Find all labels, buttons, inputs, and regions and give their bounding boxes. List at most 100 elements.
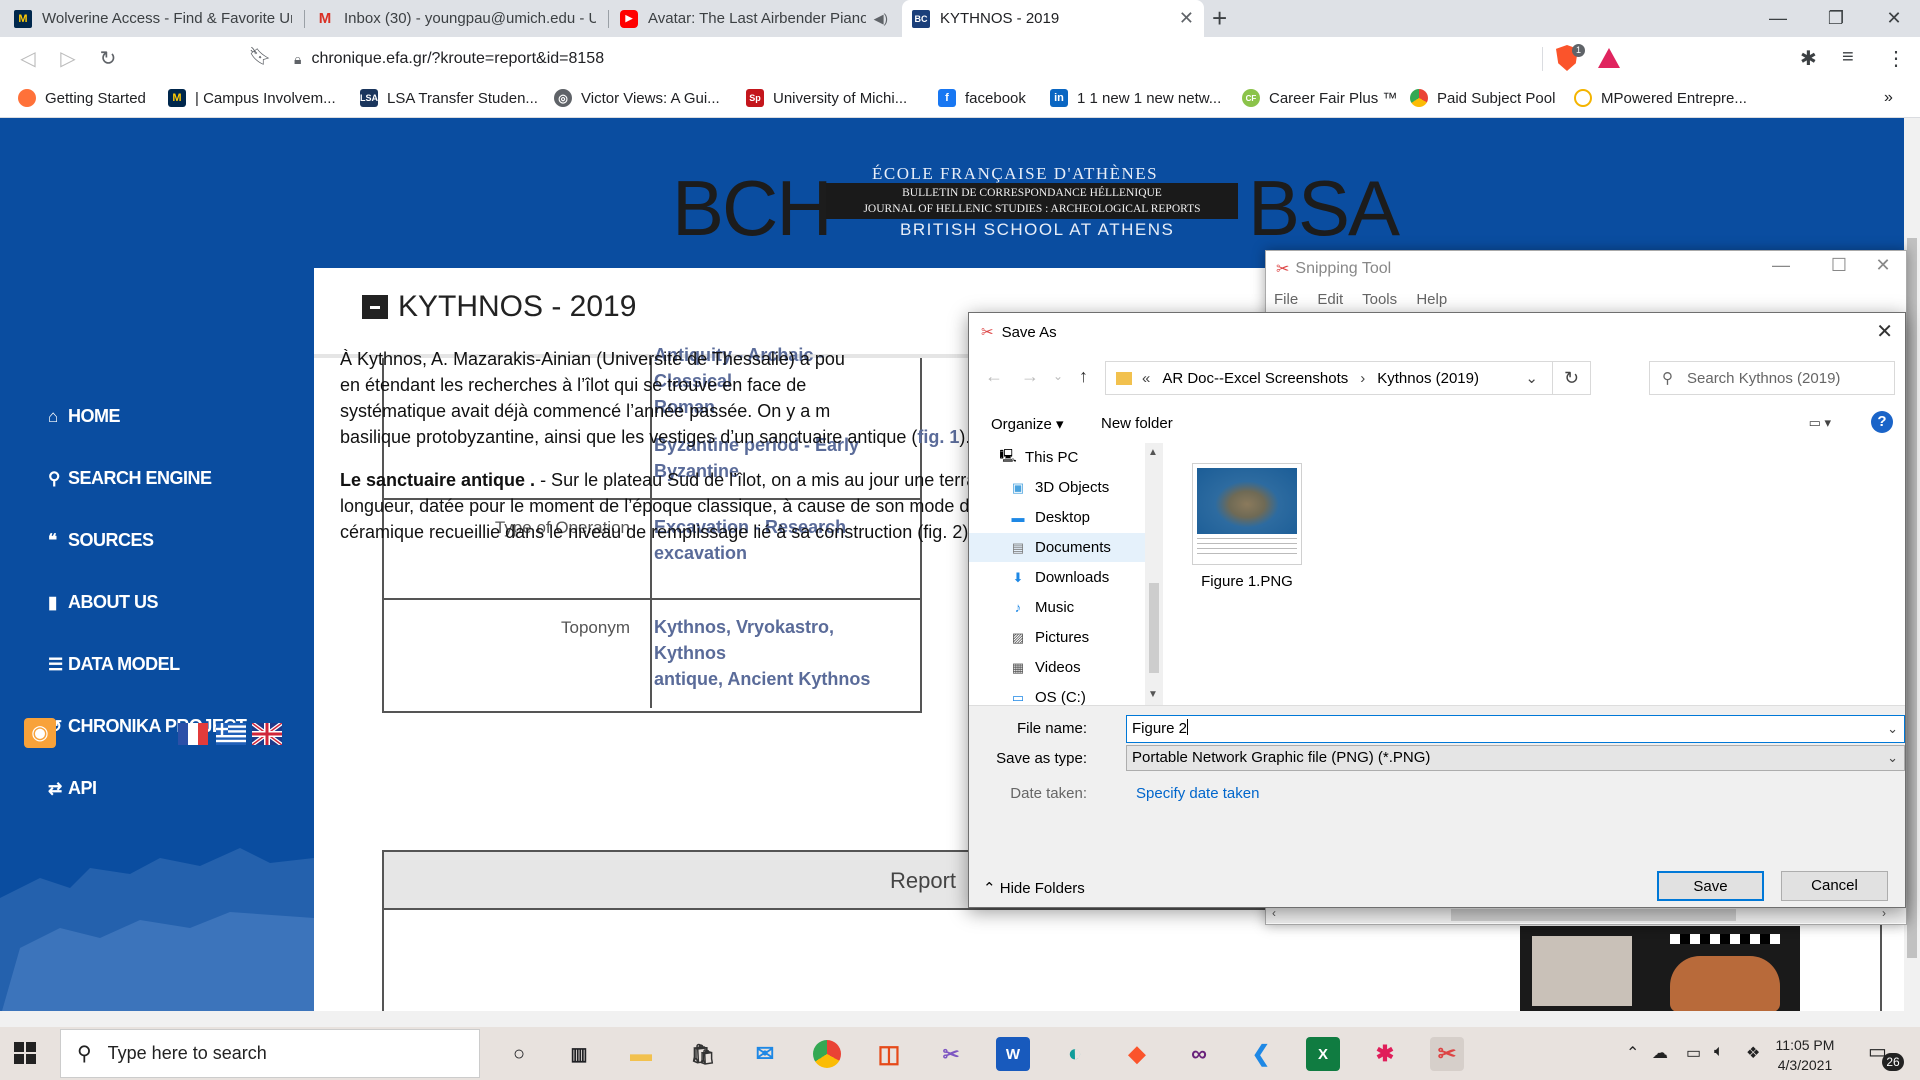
bookmark-paid-subject-pool[interactable]: Paid Subject Pool [1410, 89, 1555, 107]
close-window-button[interactable]: ✕ [1864, 0, 1920, 37]
visual-studio-icon[interactable]: ∞ [1182, 1037, 1216, 1071]
tree-item-3d-objects[interactable]: ▣ 3D Objects [969, 473, 1147, 502]
back-arrow-icon[interactable]: ← [985, 366, 1003, 387]
chevron-down-icon[interactable]: ⌄ [1887, 716, 1898, 742]
nav-about-us[interactable]: ▮ ABOUT US [48, 592, 159, 613]
address-bar[interactable]: 🔒︎ chronique.efa.gr/?kroute=report&id=81… [294, 44, 1544, 74]
nav-data-model[interactable]: ☰ DATA MODEL [48, 654, 180, 675]
slack-icon[interactable]: ✱ [1368, 1037, 1402, 1071]
reload-button[interactable]: ↻ [94, 46, 122, 71]
recent-locations-icon[interactable]: ⌄ [1053, 369, 1063, 383]
close-tab-icon[interactable]: ✕ [1179, 8, 1194, 29]
navigation-scrollbar[interactable]: ▲ ▼ [1145, 443, 1163, 705]
menu-icon[interactable]: ⋮ [1886, 46, 1906, 71]
taskbar-search-input[interactable]: ⚲ Type here to search [60, 1029, 480, 1078]
fig-1-link[interactable]: fig. 1 [917, 427, 959, 447]
scrollbar-thumb[interactable] [1451, 909, 1736, 921]
menu-help[interactable]: Help [1416, 291, 1447, 308]
bookmark-victor-views[interactable]: ◎ Victor Views: A Gui... [554, 89, 720, 107]
scroll-right-icon[interactable]: › [1882, 906, 1886, 920]
help-icon[interactable]: ? [1871, 411, 1893, 433]
menu-edit[interactable]: Edit [1317, 291, 1343, 308]
menu-file[interactable]: File [1274, 291, 1298, 308]
dialog-close-button[interactable]: ✕ [1876, 319, 1893, 344]
microsoft-store-icon[interactable]: 🛍︎ [686, 1037, 720, 1071]
scrollbar-thumb[interactable] [1149, 583, 1159, 673]
restore-window-button[interactable]: ❐ [1806, 0, 1866, 37]
chrome-icon[interactable] [810, 1037, 844, 1071]
tree-item-os-c[interactable]: ▭ OS (C:) [969, 683, 1147, 705]
specify-date-link[interactable]: Specify date taken [1136, 785, 1259, 802]
more-bookmarks-icon[interactable]: » [1884, 89, 1893, 107]
search-input[interactable]: ⚲ Search Kythnos (2019) [1649, 361, 1895, 395]
brave-rewards-icon[interactable] [1598, 48, 1620, 68]
brave-icon[interactable]: ◆ [1120, 1037, 1154, 1071]
file-name-input[interactable]: Figure 2 ⌄ [1126, 715, 1905, 743]
bookmark-page-icon[interactable]: 🔖︎ [246, 46, 274, 67]
browser-tab-gmail[interactable]: M Inbox (30) - youngpau@umich.edu - U [306, 0, 606, 37]
new-tab-button[interactable]: + [1212, 4, 1227, 32]
bookmark-campus-involvement[interactable]: M | Campus Involvem... [168, 89, 336, 107]
volume-icon[interactable]: 🔈︎ [1714, 1043, 1724, 1061]
breadcrumb[interactable]: « AR Doc--Excel Screenshots › Kythnos (2… [1105, 361, 1591, 395]
nav-home[interactable]: ⌂ HOME [48, 406, 121, 427]
tree-item-music[interactable]: ♪ Music [969, 593, 1147, 622]
show-hidden-icons[interactable]: ⌃ [1626, 1043, 1639, 1063]
scroll-up-icon[interactable]: ▲ [1148, 447, 1158, 458]
save-as-type-select[interactable]: Portable Network Graphic file (PNG) (*.P… [1126, 745, 1905, 771]
organize-button[interactable]: Organize ▾ [991, 415, 1064, 433]
bookmark-mpowered[interactable]: MPowered Entrepre... [1574, 89, 1747, 107]
nav-api[interactable]: ⇄ API [48, 778, 97, 799]
browser-tab-kythnos[interactable]: BC KYTHNOS - 2019 ✕ [902, 0, 1204, 37]
mail-icon[interactable]: ✉ [748, 1037, 782, 1071]
chevron-down-icon[interactable]: ⌄ [1525, 369, 1538, 387]
scrollbar-thumb[interactable] [1907, 238, 1917, 958]
menu-tools[interactable]: Tools [1362, 291, 1397, 308]
french-flag-icon[interactable] [178, 723, 208, 745]
path-overflow[interactable]: « [1142, 370, 1150, 387]
chevron-right-icon[interactable]: › [1360, 370, 1365, 387]
browser-tab-youtube[interactable]: ▶ Avatar: The Last Airbender Piano M ◀) [610, 0, 900, 37]
tree-item-videos[interactable]: ▦ Videos [969, 653, 1147, 682]
scroll-down-icon[interactable]: ▼ [1148, 689, 1158, 700]
pottery-figure-thumbnail[interactable] [1520, 926, 1800, 1011]
cancel-button[interactable]: Cancel [1781, 871, 1888, 901]
greek-flag-icon[interactable] [216, 723, 246, 745]
minimize-window-button[interactable]: — [1748, 0, 1808, 37]
speaker-icon[interactable]: ◀) [874, 11, 888, 27]
word-icon[interactable]: W [996, 1037, 1030, 1071]
tree-item-pictures[interactable]: ▨ Pictures [969, 623, 1147, 652]
nav-sources[interactable]: ❝ SOURCES [48, 530, 154, 551]
scroll-left-icon[interactable]: ‹ [1272, 906, 1276, 920]
taskbar-clock[interactable]: 11:05 PM 4/3/2021 [1760, 1035, 1850, 1075]
extensions-icon[interactable]: ✱ [1800, 46, 1817, 71]
snip-minimize-button[interactable]: — [1758, 255, 1804, 276]
hide-folders-button[interactable]: ⌃ Hide Folders [983, 879, 1085, 897]
rss-icon[interactable]: ◉ [24, 718, 56, 748]
toponym-value[interactable]: Kythnos, Vryokastro, Kythnos antique, An… [654, 614, 899, 692]
up-arrow-icon[interactable]: ↑ [1079, 366, 1088, 387]
browser-tab-wolverine[interactable]: M Wolverine Access - Find & Favorite Ur [4, 0, 302, 37]
back-button[interactable]: ◁ [14, 46, 42, 71]
cortana-icon[interactable]: ○ [502, 1037, 536, 1071]
tree-item-downloads[interactable]: ⬇ Downloads [969, 563, 1147, 592]
bookmark-university-michigan[interactable]: Sp University of Michi... [746, 89, 907, 107]
dropbox-icon[interactable]: ❖ [1746, 1043, 1760, 1063]
onedrive-icon[interactable]: ☁ [1652, 1043, 1668, 1063]
save-button[interactable]: Save [1657, 871, 1764, 901]
snip-close-button[interactable]: ✕ [1860, 255, 1906, 276]
task-view-icon[interactable]: ▥ [562, 1037, 596, 1071]
breadcrumb-ar-doc[interactable]: AR Doc--Excel Screenshots [1162, 370, 1348, 387]
snip-maximize-button[interactable]: ☐ [1816, 255, 1862, 276]
snipping-tool-taskbar-icon[interactable]: ✂ [1430, 1037, 1464, 1071]
bookmark-lsa-transfer[interactable]: LSA LSA Transfer Studen... [360, 89, 538, 107]
action-center-icon[interactable]: ▭ 26 [1868, 1039, 1904, 1071]
bookmark-career-fair[interactable]: CF Career Fair Plus ™ [1242, 89, 1397, 107]
media-controls-icon[interactable]: ≡ [1842, 46, 1854, 69]
forward-button[interactable]: ▷ [54, 46, 82, 71]
change-view-icon[interactable]: ▭ ▾ [1809, 415, 1831, 431]
tree-item-documents[interactable]: ▤ Documents [969, 533, 1147, 562]
vscode-icon[interactable]: ❮ [1244, 1037, 1278, 1071]
excel-icon[interactable]: X [1306, 1037, 1340, 1071]
windows-start-icon[interactable] [14, 1042, 36, 1064]
